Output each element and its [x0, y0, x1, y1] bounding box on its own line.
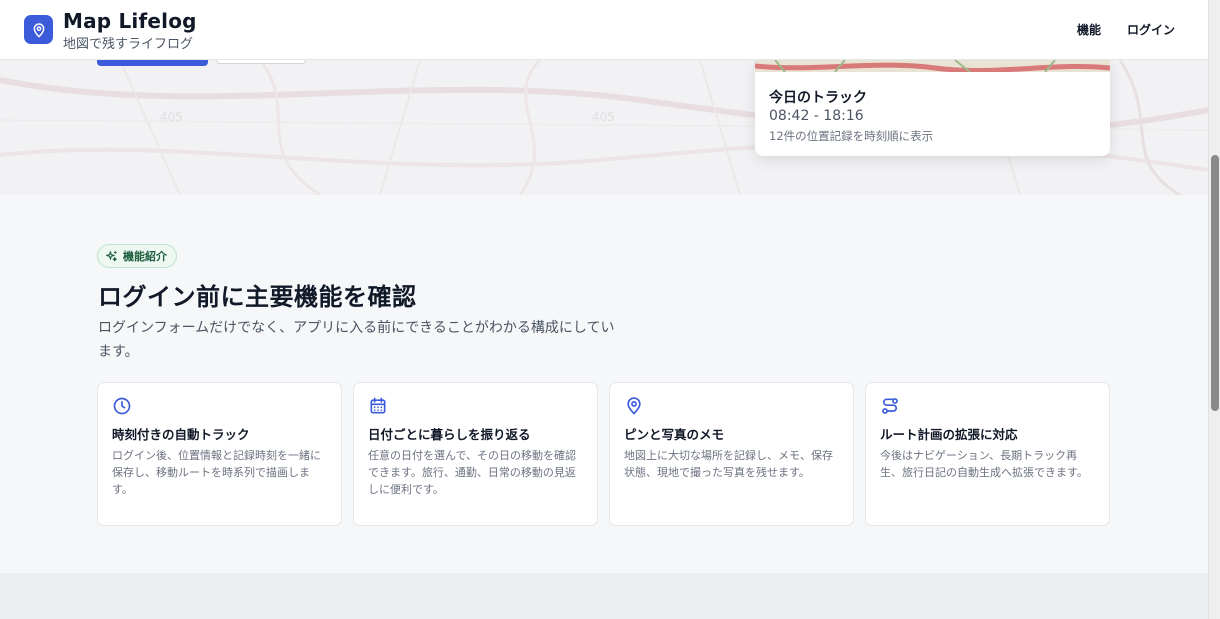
features-title: ログイン前に主要機能を確認 [98, 283, 417, 311]
sparkles-icon [106, 250, 117, 261]
map-pin-logo-icon[interactable] [24, 15, 53, 44]
feature-card-description: ログイン後、位置情報と記録時刻を一緒に保存し、移動ルートを時系列で描画します。 [112, 449, 321, 496]
features-section: 機能紹介 ログイン前に主要機能を確認 ログインフォームだけでなく、アプリに入る前… [0, 195, 1208, 573]
feature-card-pin-photo: ピンと写真のメモ 地図上に大切な場所を記録し、メモ、保存状態、現地で撮った写真を… [609, 382, 854, 526]
features-description: ログインフォームだけでなく、アプリに入る前にできることがわかる構成にしています。 [98, 320, 615, 360]
app-subtitle: 地図で残すライフログ [63, 37, 194, 52]
secondary-cta-button[interactable] [216, 60, 306, 64]
track-card-note: 12件の位置記録を時刻順に表示 [769, 129, 934, 143]
header-nav: 機能 ログイン [1077, 21, 1175, 38]
feature-card-description: 任意の日付を選んで、その日の移動を確認できます。旅行、通勤、日常の移動の見返しに… [368, 449, 577, 496]
features-badge: 機能紹介 [97, 244, 177, 268]
top-header: Map Lifelog 地図で残すライフログ 機能 ログイン [0, 0, 1208, 60]
scrollbar-thumb[interactable] [1211, 155, 1219, 411]
feature-card-auto-track: 時刻付きの自動トラック ログイン後、位置情報と記録時刻を一緒に保存し、移動ルート… [97, 382, 342, 526]
map-pin-icon [627, 397, 641, 415]
app-title[interactable]: Map Lifelog [63, 9, 197, 33]
feature-card-route-planning: ルート計画の拡張に対応 今後はナビゲーション、長期トラック再生、旅行日記の自動生… [865, 382, 1110, 526]
map-road-label: 405 [160, 110, 183, 124]
feature-card-title: ピンと写真のメモ [624, 427, 725, 442]
nav-link-features[interactable]: 機能 [1077, 21, 1101, 38]
track-map-preview [755, 60, 1110, 72]
next-section-strip [0, 573, 1208, 619]
calendar-icon [370, 397, 386, 414]
page-scrollbar[interactable] [1208, 0, 1220, 619]
feature-card-title: 日付ごとに暮らしを振り返る [368, 427, 531, 442]
feature-card-description: 地図上に大切な場所を記録し、メモ、保存状態、現地で撮った写真を残せます。 [624, 449, 833, 479]
feature-card-title: ルート計画の拡張に対応 [880, 427, 1018, 442]
feature-card-title: 時刻付きの自動トラック [112, 427, 250, 442]
features-badge-label: 機能紹介 [123, 250, 167, 263]
feature-card-date-review: 日付ごとに暮らしを振り返る 任意の日付を選んで、その日の移動を確認できます。旅行… [353, 382, 598, 526]
route-icon [882, 398, 898, 414]
track-card-title: 今日のトラック [769, 90, 867, 106]
clock-icon [113, 397, 131, 415]
primary-cta-button[interactable] [97, 60, 208, 66]
feature-card-description: 今後はナビゲーション、長期トラック再生、旅行日記の自動生成へ拡張できます。 [880, 449, 1088, 479]
track-card-time-range: 08:42 - 18:16 [769, 108, 864, 124]
nav-link-login[interactable]: ログイン [1127, 21, 1175, 38]
today-track-card: 今日のトラック 08:42 - 18:16 12件の位置記録を時刻順に表示 [755, 60, 1110, 156]
map-road-label: 405 [592, 110, 615, 124]
